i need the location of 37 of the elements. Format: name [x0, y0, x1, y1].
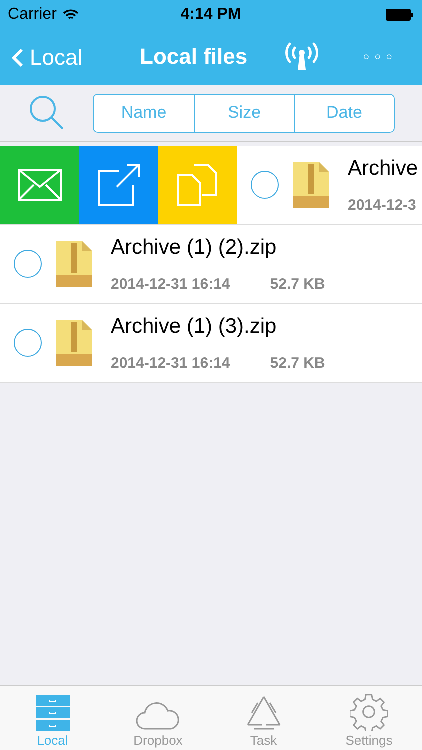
- more-button[interactable]: ◦◦◦: [356, 47, 402, 68]
- select-circle[interactable]: [14, 250, 42, 278]
- file-name: Archive (1) (3).zip: [111, 314, 278, 338]
- select-circle[interactable]: [14, 329, 42, 357]
- file-date: 2014-12-3: [348, 196, 416, 214]
- file-size: 52.7 KB: [270, 354, 326, 372]
- envelope-icon: [18, 169, 62, 201]
- back-chevron-icon: [12, 48, 24, 68]
- drawers-icon: [36, 695, 70, 731]
- file-size: 52.7 KB: [270, 276, 326, 292]
- share-icon: [96, 163, 140, 207]
- nav-title: Local files: [140, 44, 248, 70]
- settings-icon: [350, 693, 388, 731]
- zip-file-icon: [56, 320, 92, 366]
- wifi-icon: [62, 9, 79, 21]
- cloud-icon: [135, 701, 182, 731]
- mail-action-button[interactable]: [0, 146, 79, 224]
- sort-button[interactable]: Date: [294, 94, 394, 132]
- file-date: 2014-12-31 16:14: [111, 276, 230, 292]
- file-date: 2014-12-31 16:14: [111, 354, 230, 372]
- select-circle[interactable]: [251, 171, 279, 199]
- carrier-name: Carrier: [8, 6, 57, 24]
- share-action-button[interactable]: [79, 146, 158, 224]
- copy-icon: [176, 163, 220, 207]
- tab-item[interactable]: Task: [211, 686, 316, 750]
- tab-item[interactable]: Dropbox: [106, 686, 211, 750]
- zip-file-icon: [56, 241, 92, 287]
- file-name: Archive: [348, 156, 418, 180]
- tab-item[interactable]: Local: [0, 686, 106, 750]
- status-time: 4:14 PM: [180, 6, 242, 24]
- battery-icon: [386, 9, 414, 21]
- copy-action-button[interactable]: [158, 146, 237, 224]
- file-name: Archive (1) (2).zip: [111, 236, 278, 260]
- zip-file-icon: [293, 162, 329, 208]
- tab-item[interactable]: Settings: [316, 686, 422, 750]
- antenna-icon[interactable]: [284, 40, 320, 72]
- back-button[interactable]: Local: [0, 44, 83, 70]
